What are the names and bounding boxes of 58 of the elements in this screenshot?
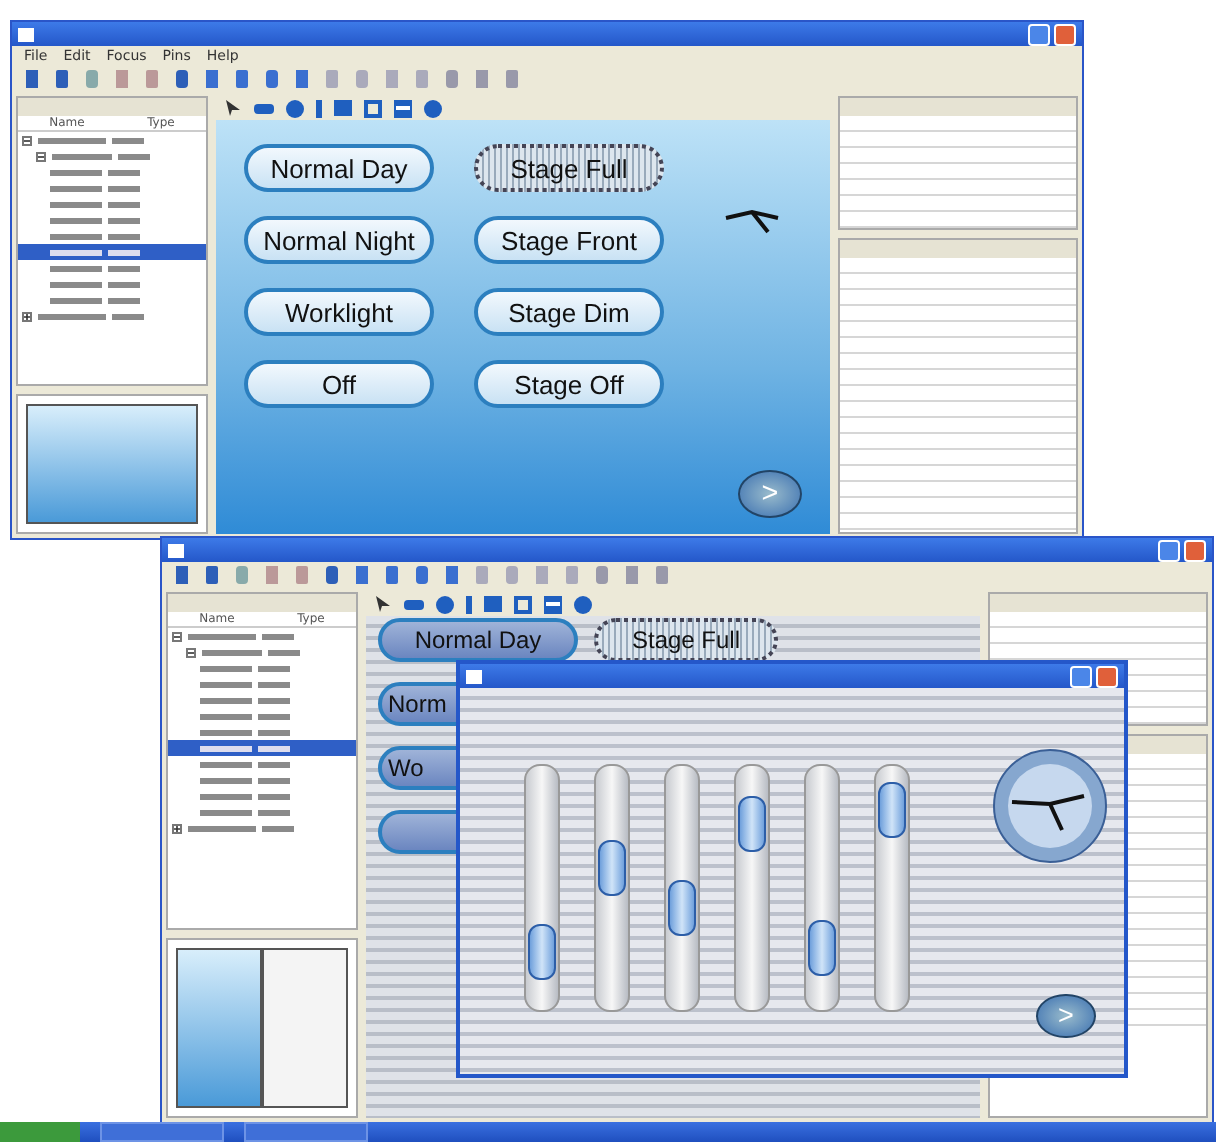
knob-widget-icon[interactable] (286, 99, 304, 117)
frame-widget-icon[interactable] (364, 99, 382, 117)
pointer-icon[interactable] (224, 98, 242, 118)
button-widget-icon[interactable] (404, 599, 424, 609)
expand-icon[interactable] (22, 311, 32, 321)
collapse-icon[interactable] (186, 647, 196, 657)
widget-button[interactable]: Normal Day (244, 144, 434, 192)
collapse-icon[interactable] (22, 135, 32, 145)
slider[interactable] (804, 764, 840, 1012)
panel-widget-icon[interactable] (394, 99, 412, 117)
tree-item[interactable] (18, 244, 206, 260)
tree-item[interactable] (168, 740, 356, 756)
page-preview[interactable] (176, 948, 262, 1108)
window-icon (18, 27, 34, 41)
widget-button[interactable]: Normal Night (244, 216, 434, 264)
widget-button[interactable]: Normal Day (378, 618, 578, 662)
widget-button[interactable]: Stage Full (474, 144, 664, 192)
window-icon (466, 669, 482, 683)
slider[interactable] (594, 764, 630, 1012)
expand-icon[interactable] (172, 823, 182, 833)
slider-thumb[interactable] (528, 923, 556, 980)
pointer-icon[interactable] (374, 594, 392, 614)
widget-button[interactable]: Stage Full (594, 618, 778, 662)
frame-widget-icon[interactable] (514, 595, 532, 613)
slider-thumb[interactable] (808, 919, 836, 976)
close-button[interactable] (1054, 23, 1076, 45)
window-icon (168, 543, 184, 557)
widget-button[interactable]: Stage Off (474, 360, 664, 408)
lamp-widget-icon[interactable] (574, 595, 592, 613)
minimize-button[interactable] (1158, 539, 1180, 561)
widget-button[interactable]: Stage Front (474, 216, 664, 264)
slider-thumb[interactable] (878, 781, 906, 838)
close-button[interactable] (1184, 539, 1206, 561)
minimize-button[interactable] (1070, 665, 1092, 687)
button-widget-icon[interactable] (254, 103, 274, 113)
collapse-icon[interactable] (172, 631, 182, 641)
widget-button[interactable]: Worklight (244, 288, 434, 336)
slider[interactable] (874, 764, 910, 1012)
close-button[interactable] (1096, 665, 1118, 687)
slider-thumb[interactable] (668, 879, 696, 936)
widget-button[interactable]: Stage Dim (474, 288, 664, 336)
minimize-button[interactable] (1028, 23, 1050, 45)
page-preview[interactable] (262, 948, 348, 1108)
slider[interactable] (664, 764, 700, 1012)
collapse-icon[interactable] (36, 151, 46, 161)
slider-widget-icon[interactable] (466, 595, 472, 613)
slider[interactable] (734, 764, 770, 1012)
clock-icon (992, 748, 1108, 864)
widget-button[interactable]: Off (244, 360, 434, 408)
knob-widget-icon[interactable] (436, 595, 454, 613)
page-preview[interactable] (26, 404, 198, 524)
lamp-widget-icon[interactable] (424, 99, 442, 117)
start-button[interactable] (0, 1122, 80, 1142)
panel-widget-icon[interactable] (544, 595, 562, 613)
slider-widget-icon[interactable] (316, 99, 322, 117)
slider-thumb[interactable] (738, 796, 766, 853)
slider-thumb[interactable] (598, 840, 626, 897)
slider[interactable] (524, 764, 560, 1012)
